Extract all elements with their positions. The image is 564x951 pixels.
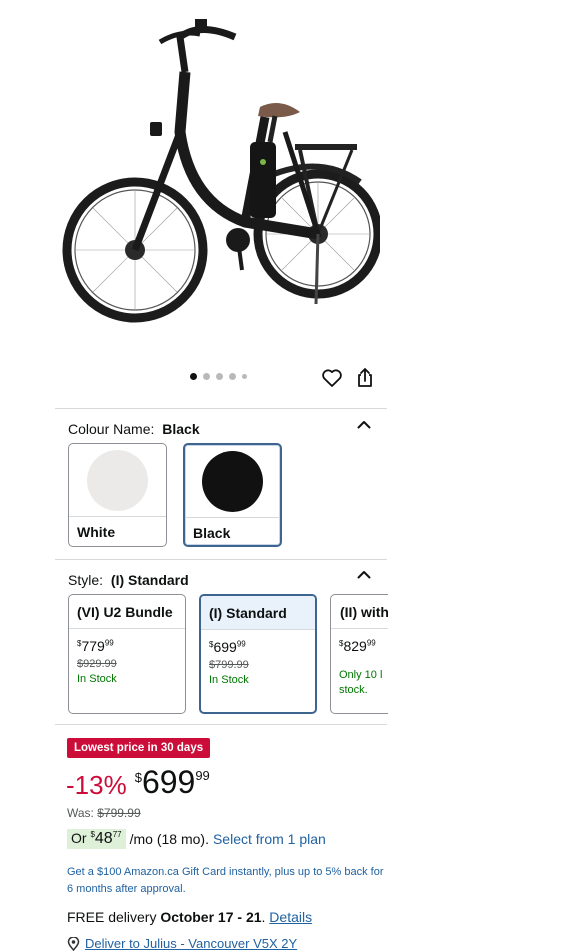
divider (55, 408, 387, 409)
style-option-name: (II) with (331, 595, 388, 629)
divider (55, 559, 387, 560)
carousel-dot-active[interactable] (190, 373, 197, 380)
style-option-name: (VI) U2 Bundle (69, 595, 185, 629)
style-option-price: $69999 (209, 639, 246, 655)
style-option-was-price: $799.99 (209, 659, 249, 671)
location-pin-icon (67, 936, 80, 951)
delivery-details-link[interactable]: Details (269, 909, 312, 925)
style-option-was-price: $929.99 (77, 658, 117, 670)
deal-badge: Lowest price in 30 days (67, 738, 211, 758)
divider (55, 724, 387, 725)
colour-label: Colour Name: (68, 421, 155, 437)
discount-percentage: -13% (66, 770, 127, 800)
style-option-with[interactable]: (II) with $82999 Only 10 l stock. (330, 594, 388, 714)
colour-selected-value: Black (162, 421, 200, 437)
installment-row: Or $4877 /mo (18 mo). Select from 1 plan (67, 829, 326, 849)
select-plan-link[interactable]: Select from 1 plan (213, 831, 326, 847)
style-option-stock: Only 10 l stock. (339, 669, 383, 696)
style-selected-value: (I) Standard (110, 572, 189, 588)
share-icon[interactable] (353, 366, 377, 390)
delivery-info: FREE delivery October 17 - 21. Details (67, 909, 313, 925)
style-label: Style: (68, 572, 104, 588)
price-currency: $ (134, 770, 142, 785)
heart-icon[interactable] (320, 366, 344, 390)
style-option-price: $82999 (339, 638, 376, 654)
colour-option-black[interactable]: Black (183, 443, 282, 547)
carousel-dot[interactable] (242, 374, 247, 379)
style-option-stock: In Stock (209, 674, 249, 686)
chevron-up-icon[interactable] (356, 567, 372, 583)
colour-option-label: White (77, 524, 116, 540)
delivery-prefix: FREE delivery (67, 909, 157, 925)
style-option-price: $77999 (77, 638, 114, 654)
delivery-dates: October 17 - 21 (160, 909, 262, 925)
was-price-line: Was: $799.99 (67, 806, 141, 820)
chevron-up-icon[interactable] (356, 417, 372, 433)
style-option-standard[interactable]: (I) Standard $69999 $799.99 In Stock (199, 594, 317, 714)
colour-swatch-black (202, 450, 263, 512)
style-option-stock: In Stock (77, 673, 117, 685)
image-carousel-dots[interactable] (190, 373, 247, 380)
price-fraction: 99 (195, 768, 210, 783)
colour-swatch-white (87, 449, 148, 511)
colour-option-white[interactable]: White (68, 443, 167, 547)
carousel-dot[interactable] (203, 373, 210, 380)
colour-label-row: Colour Name: Black (68, 421, 200, 437)
installment-amount: Or $4877 (67, 829, 126, 849)
price-whole: 699 (141, 764, 196, 800)
carousel-dot[interactable] (216, 373, 223, 380)
colour-option-label: Black (193, 525, 231, 541)
style-option-name: (I) Standard (201, 596, 315, 630)
installment-term: /mo (18 mo). (129, 831, 209, 847)
style-option-u2-bundle[interactable]: (VI) U2 Bundle $77999 $929.99 In Stock (68, 594, 186, 714)
gift-card-promo-link[interactable]: Get a $100 Amazon.ca Gift Card instantly… (67, 864, 387, 898)
was-label: Was: (67, 806, 94, 820)
carousel-dot[interactable] (229, 373, 236, 380)
was-price: $799.99 (97, 806, 141, 820)
price-row: -13% $ 699 99 (66, 764, 210, 801)
product-image-ebike[interactable] (60, 12, 380, 342)
style-label-row: Style: (I) Standard (68, 572, 189, 588)
